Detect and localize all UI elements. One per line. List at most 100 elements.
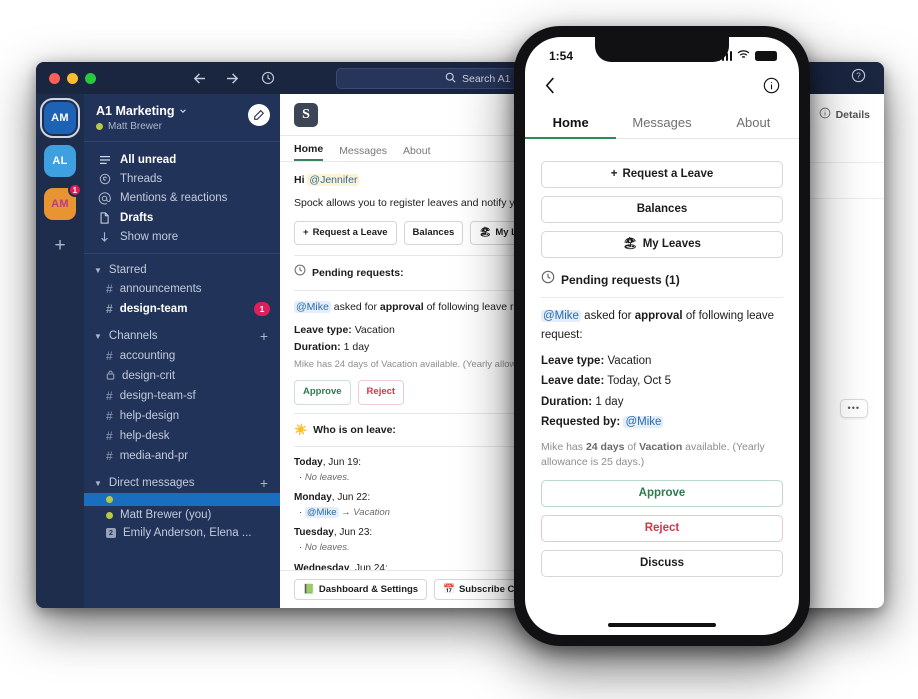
wifi-icon — [737, 49, 750, 63]
workspace-icon-a1-marketing[interactable]: AM — [40, 98, 80, 138]
phone-discuss-button[interactable]: Discuss — [541, 549, 783, 577]
channels-header[interactable]: ▼ Channels + — [84, 326, 280, 346]
arrow-icon: → — [341, 506, 351, 518]
dashboard-settings-button[interactable]: 📗 Dashboard & Settings — [294, 579, 428, 600]
sidebar-channel-help-desk[interactable]: # help-desk — [84, 426, 280, 446]
phone-approve-button[interactable]: Approve — [541, 479, 783, 507]
sidebar-dm-matt-brewer[interactable]: Matt Brewer (you) — [84, 506, 280, 524]
sidebar-item-all-unread[interactable]: All unread — [84, 150, 280, 169]
workspace-icon-al[interactable]: AL — [44, 145, 76, 177]
minimize-window-button[interactable] — [67, 72, 78, 84]
button-label: My Leaves — [642, 238, 701, 251]
back-chevron-icon[interactable] — [544, 76, 557, 100]
sidebar-channel-help-design[interactable]: # help-design — [84, 406, 280, 426]
request-text-bold: approval — [634, 310, 683, 323]
sidebar-channel-media-and-pr[interactable]: # media-and-pr — [84, 446, 280, 466]
day-date: , Jun 19: — [322, 457, 362, 469]
forward-arrow-icon[interactable] — [226, 72, 241, 85]
channel-label: help-design — [119, 410, 180, 422]
sidebar-dm-group[interactable]: 2 Emily Anderson, Elena ... — [84, 524, 280, 542]
phone-tab-home[interactable]: Home — [525, 107, 617, 139]
request-text-2: of following — [685, 310, 744, 323]
day-name: Wednesday — [294, 562, 350, 570]
presence-dot-icon — [106, 496, 113, 503]
svg-text:?: ? — [856, 72, 861, 81]
sidebar-label: All unread — [120, 153, 177, 166]
phone-duration-row: Duration: 1 day — [541, 393, 783, 411]
day-mention[interactable]: @Mike — [304, 506, 339, 518]
tab-home[interactable]: Home — [294, 136, 324, 161]
greeting-mention[interactable]: @Jennifer — [307, 174, 360, 186]
slack-sidebar: A1 Marketing Matt Brewer All unread Thre… — [84, 94, 280, 608]
day-date: , Jun 24: — [349, 562, 388, 570]
more-options-button[interactable]: ••• — [839, 399, 868, 418]
sidebar-channel-accounting[interactable]: # accounting — [84, 346, 280, 366]
phone-tabs: Home Messages About — [525, 107, 799, 139]
reject-button[interactable]: Reject — [357, 380, 405, 405]
starred-header[interactable]: ▼ Starred — [84, 261, 280, 279]
phone-balances-button[interactable]: Balances — [541, 196, 783, 223]
sidebar-item-mentions-reactions[interactable]: Mentions & reactions — [84, 188, 280, 208]
day-date: , Jun 22: — [331, 492, 371, 504]
presence-dot-icon — [106, 511, 113, 519]
info-icon — [819, 107, 831, 122]
details-button[interactable]: Details — [819, 107, 870, 122]
hash-icon: # — [106, 302, 113, 316]
history-clock-icon[interactable] — [261, 71, 275, 85]
sidebar-label: Mentions & reactions — [120, 192, 228, 204]
workspace-initials: AL — [52, 155, 68, 167]
help-button[interactable]: ? — [851, 68, 866, 88]
sidebar-channel-design-team[interactable]: # design-team 1 — [84, 299, 280, 319]
sidebar-channel-design-team-sf[interactable]: # design-team-sf — [84, 386, 280, 406]
tab-messages[interactable]: Messages — [339, 136, 387, 161]
phone-requested-by-row: Requested by: @Mike — [541, 413, 783, 431]
compose-button[interactable] — [248, 104, 270, 126]
caret-down-icon: ▼ — [94, 478, 102, 488]
sidebar-item-drafts[interactable]: Drafts — [84, 208, 280, 227]
add-dm-button[interactable]: + — [260, 476, 268, 490]
sidebar-label: Threads — [120, 172, 163, 185]
request-mention[interactable]: @Mike — [541, 310, 581, 323]
group-dm-icon: 2 — [106, 528, 116, 538]
workspace-icon-am-orange[interactable]: AM 1 — [44, 183, 82, 220]
phone-home-indicator[interactable] — [608, 623, 716, 627]
phone-request-a-leave-button[interactable]: + Request a Leave — [541, 161, 783, 188]
maximize-window-button[interactable] — [85, 72, 96, 84]
tab-about[interactable]: About — [403, 136, 430, 161]
sidebar-dm-selected[interactable] — [84, 493, 280, 506]
chevron-down-icon — [179, 104, 187, 118]
hash-icon: # — [106, 409, 113, 423]
field-value-mention[interactable]: @Mike — [623, 416, 664, 429]
phone-my-leaves-button[interactable]: 🏖 My Leaves — [541, 231, 783, 258]
request-a-leave-button[interactable]: + Request a Leave — [294, 220, 397, 246]
button-label: Request a Leave — [622, 168, 714, 181]
phone-tab-messages[interactable]: Messages — [616, 107, 707, 138]
phone-tab-about[interactable]: About — [708, 107, 799, 138]
clock-icon — [294, 264, 306, 281]
channel-label: design-team-sf — [119, 390, 196, 402]
duration-value: 1 day — [343, 341, 370, 354]
sidebar-channel-announcements[interactable]: # announcements — [84, 279, 280, 299]
note-part-a: Mike has — [541, 440, 586, 453]
phone-reject-button[interactable]: Reject — [541, 514, 783, 542]
at-icon — [98, 191, 111, 205]
back-arrow-icon[interactable] — [191, 72, 206, 85]
workspace-name[interactable]: A1 Marketing — [96, 104, 187, 118]
sidebar-item-show-more[interactable]: Show more — [84, 227, 280, 246]
sidebar-channel-design-crit[interactable]: design-crit — [84, 366, 280, 386]
info-icon[interactable] — [763, 77, 780, 99]
request-mention[interactable]: @Mike — [294, 300, 331, 313]
channel-label: help-desk — [119, 430, 170, 442]
status-time: 1:54 — [549, 49, 574, 63]
sidebar-item-threads[interactable]: Threads — [84, 169, 280, 188]
direct-messages-header[interactable]: ▼ Direct messages + — [84, 473, 280, 493]
field-label: Leave date: — [541, 375, 605, 388]
approve-button[interactable]: Approve — [294, 380, 351, 405]
window-traffic-lights[interactable] — [49, 72, 96, 84]
hash-icon: # — [106, 429, 113, 443]
add-workspace-button[interactable]: + — [54, 236, 65, 255]
balances-button[interactable]: Balances — [403, 220, 464, 246]
add-channel-button[interactable]: + — [260, 329, 268, 343]
lock-icon — [106, 369, 115, 383]
close-window-button[interactable] — [49, 72, 60, 84]
